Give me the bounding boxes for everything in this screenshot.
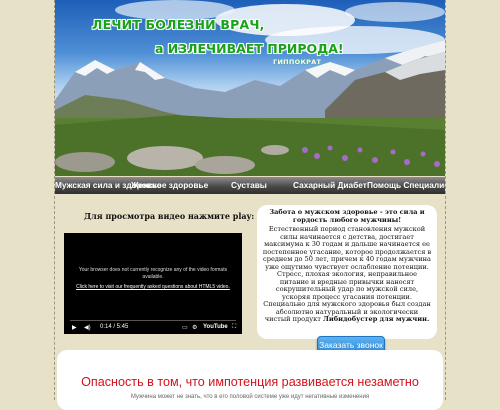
play-icon[interactable]: ▶ [72, 324, 77, 331]
video-format-message: Your browser does not currently recogniz… [78, 267, 228, 280]
warning-subtext: Мужчина может не знать, что в его полово… [130, 394, 370, 400]
nav-item-womens-health[interactable]: Женское здоровье [131, 180, 208, 190]
youtube-logo[interactable]: YouTube [203, 324, 228, 330]
card-body: Естественный период становления мужской … [262, 225, 432, 323]
video-time: 0:14 / 5:45 [100, 324, 129, 330]
card-heading: Забота о мужском здоровье - это сила и г… [269, 208, 425, 224]
video-message: Your browser does not currently recogniz… [70, 267, 236, 291]
captions-icon[interactable]: ▭ [182, 324, 188, 331]
video-progress-bar[interactable] [70, 320, 236, 321]
video-player[interactable]: Your browser does not currently recogniz… [64, 233, 242, 334]
page-frame-right [445, 0, 446, 400]
slogan-line-1: ЛЕЧИТ БОЛЕЗНИ ВРАЧ, [92, 17, 265, 32]
settings-icon[interactable]: ⚙ [192, 324, 197, 331]
header-banner: ЛЕЧИТ БОЛЕЗНИ ВРАЧ, а ИЗЛЕЧИВАЕТ ПРИРОДА… [55, 0, 445, 176]
nav-item-diabetes[interactable]: Сахарный Диабет [293, 180, 367, 190]
video-controls: ▶ ◀) 0:14 / 5:45 ▭ ⚙ YouTube ⛶ [64, 320, 242, 334]
video-faq-link[interactable]: Click here to visit our frequently asked… [76, 284, 230, 290]
video-heading: Для просмотра видео нажмите play: [84, 211, 255, 221]
main-navigation: Мужская сила и здоровье Женское здоровье… [55, 177, 445, 194]
nav-item-specialist-help[interactable]: Помощь Специалист [367, 180, 445, 190]
warning-headline: Опасность в том, что импотенция развивае… [81, 375, 419, 389]
warning-panel: Опасность в том, что импотенция развивае… [57, 350, 443, 410]
fullscreen-icon[interactable]: ⛶ [232, 324, 236, 331]
slogan-author: ГИППОКРАТ [273, 58, 322, 66]
volume-icon[interactable]: ◀) [84, 324, 91, 331]
card-product: Либидобустер для мужчин. [322, 315, 430, 323]
nav-item-joints[interactable]: Суставы [231, 180, 267, 190]
slogan-line-2: а ИЗЛЕЧИВАЕТ ПРИРОДА! [155, 41, 344, 56]
info-card: Забота о мужском здоровье - это сила и г… [257, 205, 437, 339]
